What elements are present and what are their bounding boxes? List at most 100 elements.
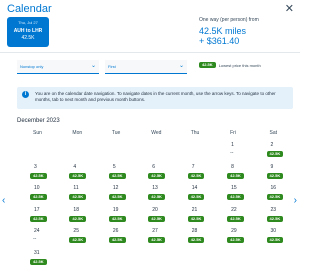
chevron-left-icon[interactable]: ‹ — [2, 195, 5, 206]
day-number: 9 — [270, 163, 274, 170]
stops-select[interactable]: Nonstop only ⌄ — [17, 60, 99, 74]
calendar-day-cell[interactable]: 30 42.5K — [254, 228, 293, 250]
chevron-right-icon[interactable]: › — [294, 195, 297, 206]
day-number: 28 — [191, 228, 198, 234]
price-chip: 42.5K — [227, 172, 244, 179]
price-chip: 42.5K — [187, 215, 205, 222]
calendar-day-cell[interactable]: 5 42.5K — [96, 164, 135, 186]
price-summary-label: One way (per person) from — [199, 17, 259, 23]
calendar-day-cell[interactable]: 9 42.5K — [254, 164, 293, 186]
price-chip: 42.5K — [187, 194, 205, 200]
price-chip: 42.5K — [266, 194, 284, 200]
calendar-day-cell[interactable]: 15 42.5K — [214, 185, 253, 207]
calendar-day-cell[interactable]: 12 42.5K — [96, 185, 135, 207]
calendar-day-cell[interactable]: 29 42.5K — [214, 228, 253, 250]
calendar-day-cell[interactable]: 6 42.5K — [135, 164, 174, 186]
calendar-week-row: 17 42.5K 18 42.5K 19 42.5K 20 42.5K 21 42.5K 22 42.… — [17, 207, 293, 229]
price-chip: 42.5K — [69, 194, 87, 200]
price-chip: 42.5K — [227, 215, 244, 222]
day-number: 1 — [231, 142, 234, 148]
calendar-day-cell[interactable]: 28 42.5K — [175, 228, 214, 250]
calendar-day-cell[interactable]: 10 42.5K — [17, 185, 56, 207]
day-number: 3 — [34, 163, 37, 170]
price-chip: 42.5K — [69, 172, 87, 179]
chevron-down-icon: ⌄ — [178, 63, 184, 69]
calendar-empty-cell — [175, 250, 214, 270]
price-chip: 42.5K — [108, 237, 126, 243]
calendar-day-cell[interactable]: 2 42.5K — [254, 142, 293, 164]
month-label: December 2023 — [17, 118, 60, 124]
price-chip: 42.5K — [266, 237, 284, 243]
calendar-day-cell[interactable]: 13 42.5K — [135, 185, 174, 207]
calendar-empty-cell — [135, 142, 174, 164]
calendar-day-cell[interactable]: 20 42.5K — [135, 207, 174, 229]
legend-label: Lowest price this month — [218, 62, 261, 68]
close-icon[interactable]: ✕ — [285, 2, 294, 15]
selected-date-card[interactable]: Thu, Jul 27 AUH to LHR 42.5K — [7, 17, 49, 47]
day-number: 15 — [231, 185, 237, 191]
calendar-day-cell[interactable]: 17 42.5K — [17, 207, 56, 229]
calendar-day-cell[interactable]: 19 42.5K — [96, 207, 135, 229]
day-number: 5 — [112, 163, 116, 170]
day-number: 6 — [152, 163, 156, 170]
calendar-day-cell[interactable]: 16 42.5K — [254, 185, 293, 207]
calendar-week-row: 24 -- 25 42.5K 26 42.5K 27 42.5K 28 42.5K 29 42.5K 3… — [17, 228, 293, 250]
day-number: 25 — [73, 228, 79, 234]
price-chip: 42.5K — [266, 215, 284, 222]
calendar-day-cell[interactable]: 27 42.5K — [135, 228, 174, 250]
calendar-day-cell[interactable]: 8 42.5K — [214, 164, 253, 186]
day-number: 7 — [191, 163, 195, 170]
calendar-day-cell[interactable]: 22 42.5K — [214, 207, 253, 229]
day-number: 21 — [191, 206, 198, 213]
day-number: 10 — [34, 185, 40, 191]
calendar-day-cell[interactable]: 23 42.5K — [254, 207, 293, 229]
day-number: 27 — [152, 228, 158, 234]
price-chip: 42.5K — [30, 258, 47, 265]
day-number: 30 — [270, 228, 277, 234]
calendar-day-cell[interactable]: 11 42.5K — [56, 185, 95, 207]
price-chip: 42.5K — [227, 237, 244, 243]
day-number: 24 — [34, 228, 40, 234]
calendar-day-cell[interactable]: 31 42.5K — [17, 250, 56, 270]
price-chip: 42.5K — [148, 215, 165, 222]
weekday-label: Thu — [190, 130, 200, 136]
day-number: 14 — [191, 185, 198, 191]
price-chip: 42.5K — [148, 237, 165, 243]
price-chip: 42.5K — [30, 194, 47, 200]
price-chip: 42.5K — [30, 172, 47, 179]
day-number: 19 — [112, 206, 119, 213]
weekday-label: Sat — [269, 130, 278, 136]
weekday-label: Mon — [72, 130, 83, 136]
calendar-week-row: 1 -- 2 42.5K — [17, 142, 293, 164]
price-chip: 42.5K — [266, 172, 284, 179]
no-price-indicator: -- — [230, 150, 234, 156]
day-number: 18 — [73, 206, 79, 213]
weekday-row: Sun Mon Tue Wed Thu Fri Sat — [17, 130, 293, 142]
day-number: 20 — [152, 206, 158, 213]
calendar-day-cell[interactable]: 21 42.5K — [175, 207, 214, 229]
price-chip: 42.5K — [30, 215, 47, 222]
calendar-day-cell[interactable]: 14 42.5K — [175, 185, 214, 207]
day-number: 16 — [270, 185, 277, 191]
calendar-empty-cell — [175, 142, 214, 164]
calendar-day-cell[interactable]: 3 42.5K — [17, 164, 56, 186]
price-chip: 42.5K — [148, 194, 165, 200]
info-text: You are on the calendar date navigation.… — [35, 91, 276, 102]
calendar-empty-cell — [135, 250, 174, 270]
day-number: 8 — [231, 163, 234, 170]
calendar-empty-cell — [56, 250, 95, 270]
calendar-day-cell[interactable]: 18 42.5K — [56, 207, 95, 229]
calendar-day-cell[interactable]: 25 42.5K — [56, 228, 95, 250]
price-chip: 42.5K — [108, 215, 126, 222]
weekday-label: Fri — [230, 130, 236, 136]
calendar-day-cell[interactable]: 26 42.5K — [96, 228, 135, 250]
weekday-label: Sun — [33, 130, 42, 136]
divider — [0, 52, 300, 53]
price-chip: 42.5K — [187, 172, 205, 179]
cabin-select[interactable]: First ⌄ — [105, 60, 187, 74]
calendar-week-row: 31 42.5K — [17, 250, 293, 270]
day-number: 23 — [270, 206, 277, 213]
calendar-day-cell[interactable]: 7 42.5K — [175, 164, 214, 186]
price-chip: 42.5K — [108, 194, 126, 200]
calendar-day-cell[interactable]: 4 42.5K — [56, 164, 95, 186]
